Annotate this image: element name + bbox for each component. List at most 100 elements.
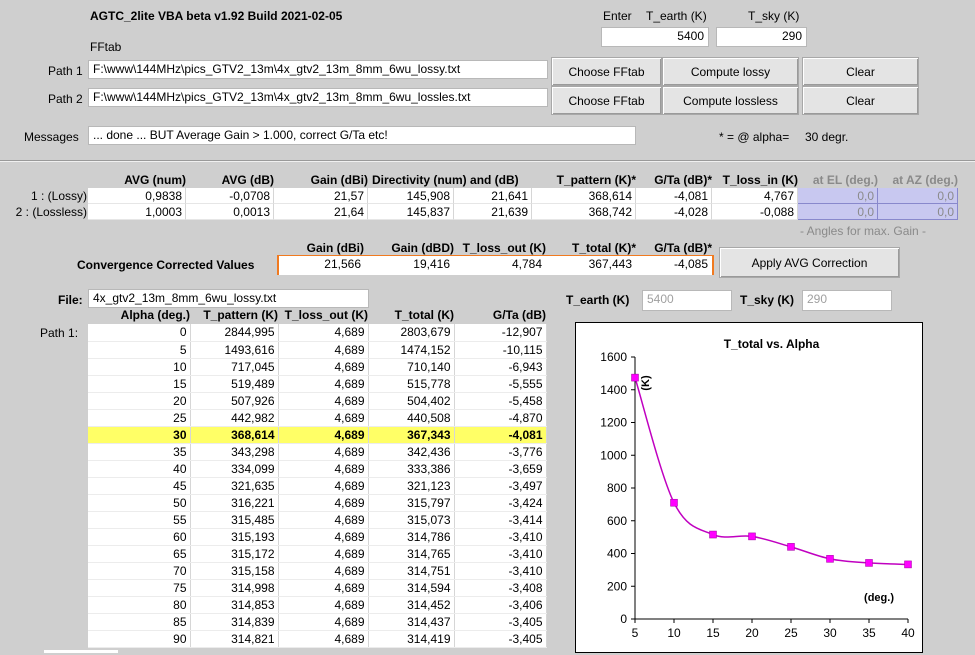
- lossless-dir-db: 21,639: [454, 204, 532, 220]
- lossless-at-az: 0,0: [878, 204, 958, 220]
- table-row: 0 2844,995 4,689 2803,679 -12,907: [88, 324, 547, 342]
- x-tick-label: 35: [862, 626, 876, 640]
- apply-avg-correction-button[interactable]: Apply AVG Correction: [719, 247, 900, 278]
- messages-label: Messages: [24, 130, 79, 144]
- path1-input[interactable]: F:\www\144MHz\pics_GTV2_13m\4x_gtv2_13m_…: [88, 60, 548, 79]
- conv-hdr-gain-dbd: Gain (dBD): [391, 241, 454, 255]
- table-row: 30 368,614 4,689 367,343 -4,081: [88, 426, 547, 444]
- table-row: 60 315,193 4,689 314,786 -3,410: [88, 528, 547, 546]
- table-row: 70 315,158 4,689 314,751 -3,410: [88, 562, 547, 580]
- cell-alpha: 35: [88, 443, 191, 461]
- table-row: 50 316,221 4,689 315,797 -3,424: [88, 494, 547, 512]
- alpha-value: 30 degr.: [805, 130, 849, 144]
- cell-t-loss-out: 4,689: [278, 630, 369, 648]
- convergence-label: Convergence Corrected Values: [77, 258, 255, 272]
- choose-fftab-2-button[interactable]: Choose FFtab: [551, 86, 662, 115]
- cell-gta: -4,081: [454, 426, 547, 444]
- cell-t-pattern: 343,298: [190, 443, 279, 461]
- table-row: 90 314,821 4,689 314,419 -3,405: [88, 630, 547, 648]
- y-tick-label: 400: [607, 547, 627, 561]
- table-row: 10 717,045 4,689 710,140 -6,943: [88, 358, 547, 376]
- lossless-at-el: 0,0: [798, 204, 878, 220]
- table-row: 55 315,485 4,689 315,073 -3,414: [88, 511, 547, 529]
- compute-lossless-button[interactable]: Compute lossless: [662, 86, 799, 115]
- clear-2-button[interactable]: Clear: [802, 86, 919, 115]
- lossless-avg-db: 0,0013: [186, 204, 274, 220]
- data-point: [709, 530, 717, 539]
- cell-t-loss-out: 4,689: [278, 545, 369, 563]
- cell-gta: -4,870: [454, 409, 547, 427]
- cell-t-loss-out: 4,689: [278, 324, 369, 342]
- cell-alpha: 45: [88, 477, 191, 495]
- lossy-dir-num: 145,908: [368, 188, 454, 204]
- cell-alpha: 75: [88, 579, 191, 597]
- cell-gta: -12,907: [454, 324, 547, 342]
- cell-gta: -3,408: [454, 579, 547, 597]
- y-tick-label: 1200: [600, 416, 627, 430]
- cell-alpha: 50: [88, 494, 191, 512]
- lossless-gain: 21,64: [274, 204, 368, 220]
- cell-t-pattern: 314,853: [190, 596, 279, 614]
- y-tick-label: 0: [620, 612, 627, 626]
- lossy-dir-db: 21,641: [454, 188, 532, 204]
- lossy-at-el: 0,0: [798, 188, 878, 204]
- cell-t-loss-out: 4,689: [278, 579, 369, 597]
- cell-t-total: 342,436: [368, 443, 455, 461]
- clear-1-button[interactable]: Clear: [802, 57, 919, 86]
- path1-label: Path 1: [48, 64, 83, 78]
- path-table: 0 2844,995 4,689 2803,679 -12,907 5 1493,616 4,…: [88, 324, 547, 648]
- table-row: 85 314,839 4,689 314,437 -3,405: [88, 613, 547, 631]
- hdr-gain: Gain (dBi): [310, 173, 368, 187]
- section-divider: [0, 160, 975, 162]
- hdr-at-el: at EL (deg.): [812, 173, 878, 187]
- lossy-t-loss-in: 4,767: [712, 188, 798, 204]
- path2-input[interactable]: F:\www\144MHz\pics_GTV2_13m\4x_gtv2_13m_…: [88, 88, 548, 107]
- data-point: [787, 543, 795, 551]
- cell-gta: -3,776: [454, 443, 547, 461]
- cell-t-loss-out: 4,689: [278, 460, 369, 478]
- cell-t-pattern: 315,158: [190, 562, 279, 580]
- hdr-t-pattern: T_pattern (K)*: [556, 173, 636, 187]
- cell-t-pattern: 315,485: [190, 511, 279, 529]
- choose-fftab-1-button[interactable]: Choose FFtab: [551, 57, 662, 86]
- data-point: [631, 373, 639, 382]
- t-sky-input[interactable]: 290: [716, 27, 807, 47]
- cell-t-pattern: 334,099: [190, 460, 279, 478]
- t-earth-input[interactable]: 5400: [601, 27, 709, 47]
- hdr-avg-db: AVG (dB): [221, 173, 274, 187]
- lossless-t-pattern: 368,742: [532, 204, 636, 220]
- app-subtitle: FFtab: [90, 40, 122, 54]
- cell-t-pattern: 314,839: [190, 613, 279, 631]
- cell-t-total: 315,073: [368, 511, 455, 529]
- lossy-t-pattern: 368,614: [532, 188, 636, 204]
- pt-hdr-t-pattern: T_pattern (K): [203, 308, 278, 322]
- lossless-t-loss-in: -0,088: [712, 204, 798, 220]
- cell-t-total: 314,594: [368, 579, 455, 597]
- cell-t-pattern: 2844,995: [190, 324, 279, 342]
- cell-t-pattern: 442,982: [190, 409, 279, 427]
- table-row: 25 442,982 4,689 440,508 -4,870: [88, 409, 547, 427]
- x-tick-label: 5: [632, 626, 639, 640]
- cell-alpha: 70: [88, 562, 191, 580]
- table-row: 40 334,099 4,689 333,386 -3,659: [88, 460, 547, 478]
- lossy-at-az: 0,0: [878, 188, 958, 204]
- compute-lossy-button[interactable]: Compute lossy: [662, 57, 799, 86]
- row-lossless-label: 2 : (Lossless): [15, 205, 87, 219]
- file-name-field: 4x_gtv2_13m_8mm_6wu_lossy.txt: [88, 289, 369, 308]
- file-label: File:: [58, 293, 83, 307]
- messages-field: ... done ... BUT Average Gain > 1.000, c…: [88, 126, 636, 145]
- conv-hdr-gain-dbi: Gain (dBi): [306, 241, 364, 255]
- conv-hdr-gta: G/Ta (dB)*: [654, 241, 712, 255]
- cell-t-pattern: 1493,616: [190, 341, 279, 359]
- cell-t-loss-out: 4,689: [278, 528, 369, 546]
- lossy-gain: 21,57: [274, 188, 368, 204]
- cell-t-loss-out: 4,689: [278, 477, 369, 495]
- y-tick-label: 800: [607, 481, 627, 495]
- table-row: 45 321,635 4,689 321,123 -3,497: [88, 477, 547, 495]
- row-lossy-label: 1 : (Lossy): [30, 189, 87, 203]
- cell-t-loss-out: 4,689: [278, 596, 369, 614]
- path-table-row-label: Path 1:: [40, 326, 79, 340]
- cell-gta: -3,405: [454, 630, 547, 648]
- x-tick-label: 25: [784, 626, 798, 640]
- data-point: [670, 498, 678, 507]
